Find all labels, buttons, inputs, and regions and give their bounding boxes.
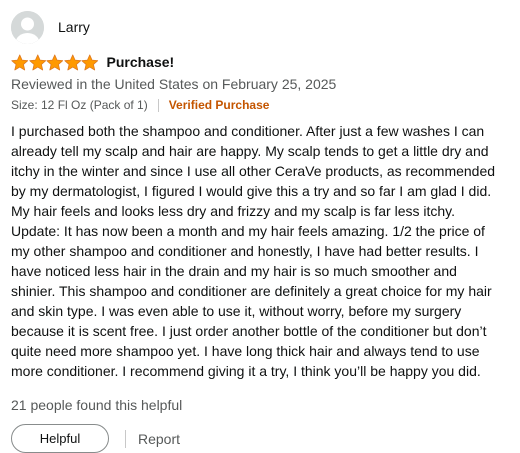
star-icon — [28, 54, 47, 71]
report-link[interactable]: Report — [138, 431, 180, 447]
star-icon — [46, 54, 64, 71]
customer-review: Larry Purchase! Reviewed in the United S… — [11, 10, 511, 453]
review-body-line: shinier. This shampoo and conditioner ar… — [11, 283, 492, 299]
helpful-button[interactable]: Helpful — [11, 424, 109, 453]
star-icon — [63, 54, 82, 71]
size-variant[interactable]: Size: 12 Fl Oz (Pack of 1) — [11, 96, 148, 114]
star-rating[interactable] — [11, 54, 99, 71]
review-body-line: itchy in the winter and since I use all … — [11, 163, 496, 179]
review-body-line: by my dermatologist, I figured I would g… — [11, 183, 492, 199]
review-body-line: Update: It has now been a month and my h… — [11, 223, 485, 239]
review-body-line: already tell my scalp and hair are happy… — [11, 143, 489, 159]
reviewer-profile[interactable]: Larry — [11, 10, 511, 44]
helpful-vote-count: 21 people found this helpful — [11, 397, 183, 413]
review-body-line: have noticed less hair in the drain and … — [11, 263, 457, 279]
review-body: I purchased both the shampoo and conditi… — [11, 121, 508, 381]
star-icon — [81, 54, 99, 71]
review-title-row: Purchase! — [11, 52, 511, 72]
verified-purchase-badge: Verified Purchase — [168, 98, 270, 112]
review-actions: Helpful Report — [11, 424, 511, 453]
review-body-line: quite need more shampoo yet. I have long… — [11, 343, 480, 359]
review-body-line: My hair feels and looks less dry and fri… — [11, 203, 456, 219]
review-body-line: more conditioner. I recommend giving it … — [11, 363, 481, 379]
default-user-avatar-icon[interactable] — [11, 10, 44, 44]
review-date: Reviewed in the United States on Februar… — [11, 76, 337, 92]
review-body-line: my other shampoo and conditioner and hon… — [11, 243, 479, 259]
divider — [125, 429, 126, 448]
review-format-strip: Size: 12 Fl Oz (Pack of 1) Verified Purc… — [11, 96, 511, 114]
review-body-line: because it is scent free. I just order a… — [11, 323, 487, 339]
reviewer-name[interactable]: Larry — [58, 19, 90, 35]
review-body-line: and skin type. I was even able to use it… — [11, 303, 462, 319]
review-body-line: I purchased both the shampoo and conditi… — [11, 123, 485, 139]
divider — [157, 98, 159, 112]
review-title[interactable]: Purchase! — [107, 54, 175, 70]
star-icon — [11, 54, 29, 71]
